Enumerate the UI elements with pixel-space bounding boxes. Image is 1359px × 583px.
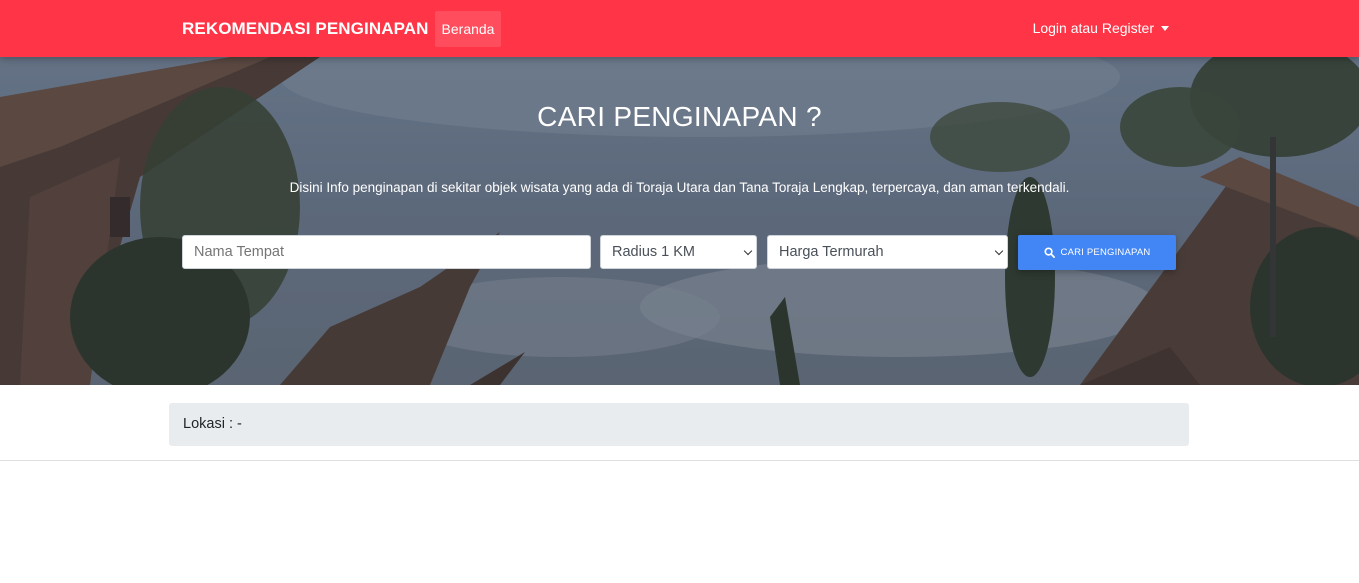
place-name-placeholder: Nama Tempat: [194, 244, 284, 260]
location-label: Lokasi : -: [183, 416, 242, 432]
nav-home-link[interactable]: Beranda: [435, 11, 501, 47]
hero-section: CARI PENGINAPAN ? Disini Info penginapan…: [0, 57, 1359, 385]
login-register-label: Login atau Register: [1032, 20, 1154, 36]
divider: [0, 460, 1359, 461]
price-select-value: Harga Termurah: [779, 244, 884, 260]
login-register-dropdown[interactable]: Login atau Register: [1033, 20, 1169, 36]
navbar: REKOMENDASI PENGINAPAN Beranda Login ata…: [0, 0, 1359, 57]
caret-down-icon: [1161, 25, 1169, 31]
radius-select-value: Radius 1 KM: [612, 244, 696, 260]
radius-select[interactable]: Radius 1 KM: [600, 235, 757, 269]
search-button[interactable]: CARI PENGINAPAN: [1018, 235, 1176, 270]
location-bar: Lokasi : -: [169, 403, 1189, 446]
chevron-down-icon: [743, 246, 753, 256]
price-select[interactable]: Harga Termurah: [767, 235, 1008, 269]
search-icon: [1043, 247, 1055, 258]
place-name-input[interactable]: Nama Tempat: [182, 235, 591, 269]
chevron-down-icon: [994, 246, 1004, 256]
brand-link[interactable]: REKOMENDASI PENGINAPAN: [182, 19, 429, 39]
hero-title: CARI PENGINAPAN ?: [537, 101, 822, 132]
hero-subtitle: Disini Info penginapan di sekitar objek …: [289, 180, 1070, 195]
search-button-label: CARI PENGINAPAN: [1060, 247, 1151, 258]
